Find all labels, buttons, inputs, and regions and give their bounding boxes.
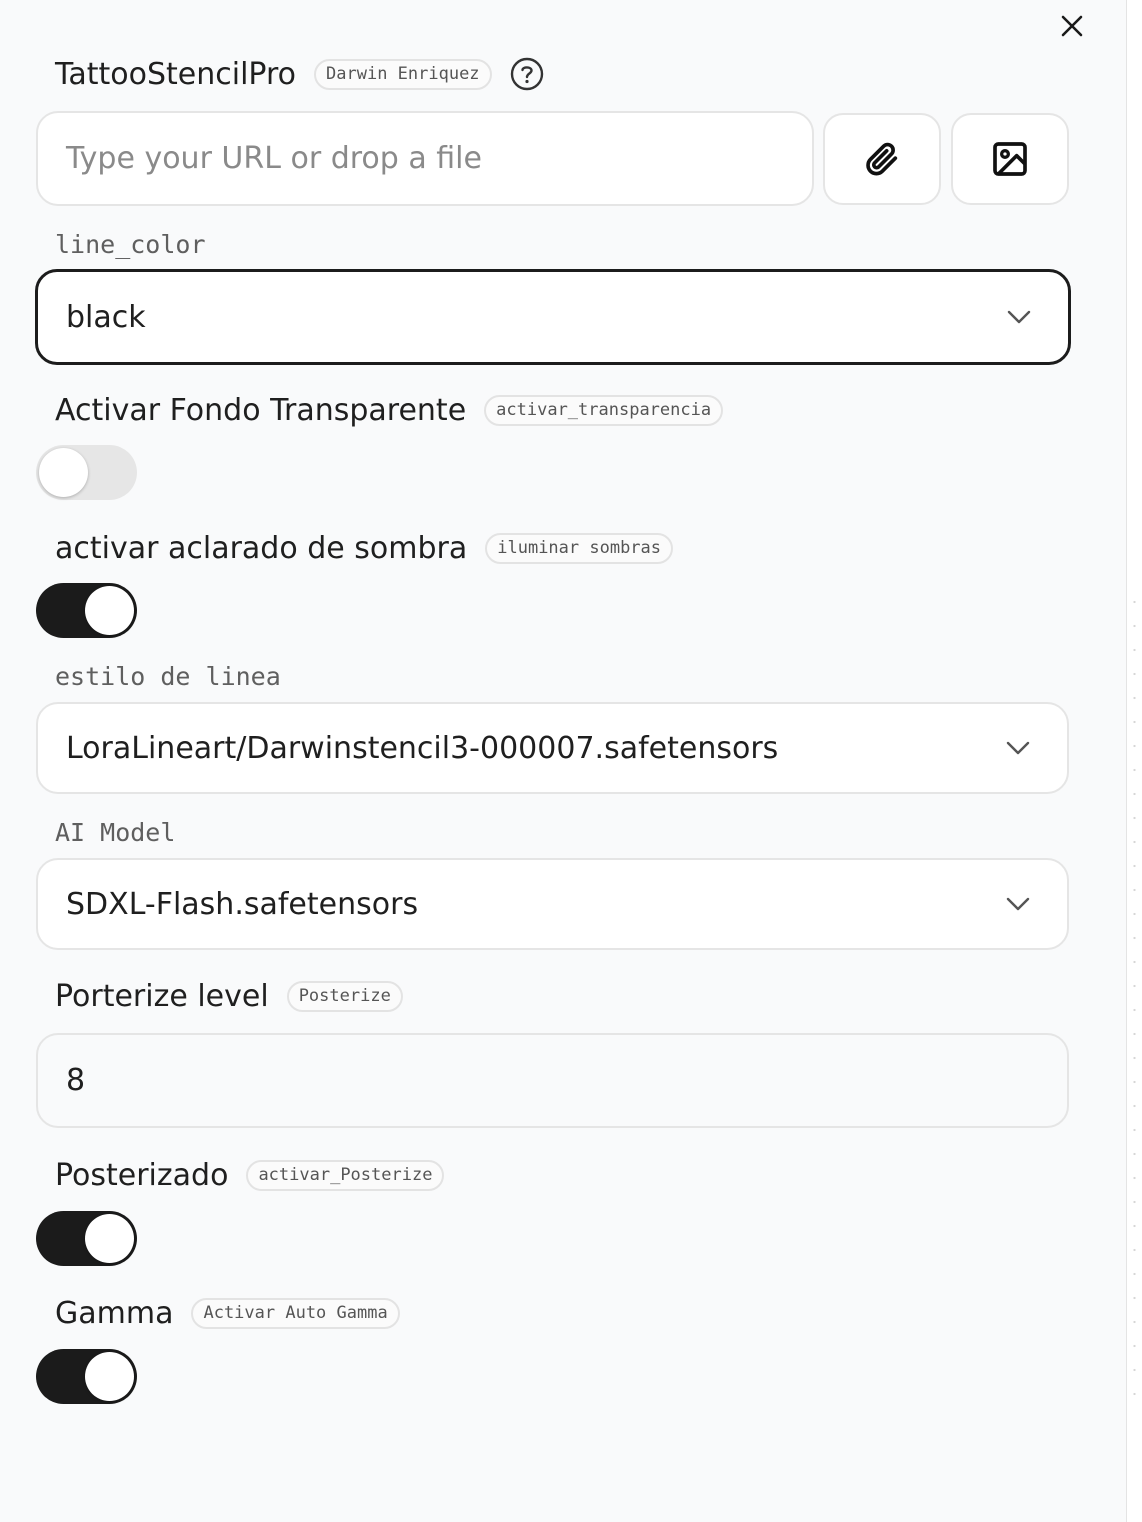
transparency-badge: activar_transparencia	[484, 394, 724, 426]
gamma-label-row: Gamma Activar Auto Gamma	[55, 1293, 400, 1333]
posterizado-label: Posterizado	[55, 1157, 229, 1193]
close-icon	[1061, 15, 1083, 37]
url-input[interactable]: Type your URL or drop a file	[36, 111, 814, 206]
app-title: TattooStencilPro	[55, 56, 297, 92]
posterize-level-badge: Posterize	[286, 980, 403, 1012]
line-style-value: LoraLineart/Darwinstencil3-000007.safete…	[66, 730, 779, 766]
toggle-knob	[85, 586, 134, 635]
author-badge: Darwin Enriquez	[314, 58, 492, 90]
ai-model-select[interactable]: SDXL-Flash.safetensors	[36, 858, 1069, 950]
posterize-level-label-row: Porterize level Posterize	[55, 976, 403, 1016]
chevron-down-icon	[1006, 897, 1030, 911]
line-style-select[interactable]: LoraLineart/Darwinstencil3-000007.safete…	[36, 702, 1069, 794]
posterizado-toggle[interactable]	[36, 1211, 137, 1266]
ai-model-label: AI Model	[55, 818, 176, 847]
app-header: TattooStencilPro Darwin Enriquez	[55, 54, 544, 94]
ai-model-value: SDXL-Flash.safetensors	[66, 886, 419, 922]
image-icon	[993, 142, 1027, 176]
shadows-badge: iluminar sombras	[485, 532, 674, 564]
line-color-value: black	[66, 299, 146, 335]
help-circle-icon	[510, 57, 543, 91]
posterizado-badge: activar_Posterize	[246, 1159, 445, 1191]
close-button[interactable]	[1054, 8, 1090, 44]
settings-panel: TattooStencilPro Darwin Enriquez Type yo…	[0, 0, 1127, 1522]
transparency-label: Activar Fondo Transparente	[55, 392, 467, 428]
shadows-label: activar aclarado de sombra	[55, 530, 468, 566]
posterizado-label-row: Posterizado activar_Posterize	[55, 1155, 445, 1195]
background-dots	[1133, 590, 1136, 1410]
upload-image-button[interactable]	[951, 113, 1069, 205]
posterize-level-label: Porterize level	[55, 978, 269, 1014]
posterize-level-input[interactable]: 8	[36, 1033, 1069, 1128]
attach-file-button[interactable]	[823, 113, 941, 205]
toggle-knob	[39, 448, 88, 497]
line-style-label: estilo de linea	[55, 662, 281, 691]
line-color-label: line_color	[55, 230, 206, 259]
shadows-label-row: activar aclarado de sombra iluminar somb…	[55, 528, 674, 568]
chevron-down-icon	[1006, 741, 1030, 755]
gamma-toggle[interactable]	[36, 1349, 137, 1404]
gamma-label: Gamma	[55, 1295, 174, 1331]
gamma-badge: Activar Auto Gamma	[191, 1297, 400, 1329]
posterize-level-value: 8	[66, 1063, 86, 1098]
paperclip-icon	[866, 142, 898, 176]
toggle-knob	[85, 1352, 134, 1401]
chevron-down-icon	[1007, 310, 1031, 324]
url-input-placeholder: Type your URL or drop a file	[66, 141, 482, 176]
line-color-select[interactable]: black	[35, 269, 1071, 365]
transparency-toggle[interactable]	[36, 445, 137, 500]
help-button[interactable]	[510, 57, 544, 91]
transparency-label-row: Activar Fondo Transparente activar_trans…	[55, 390, 724, 430]
shadows-toggle[interactable]	[36, 583, 137, 638]
toggle-knob	[85, 1214, 134, 1263]
